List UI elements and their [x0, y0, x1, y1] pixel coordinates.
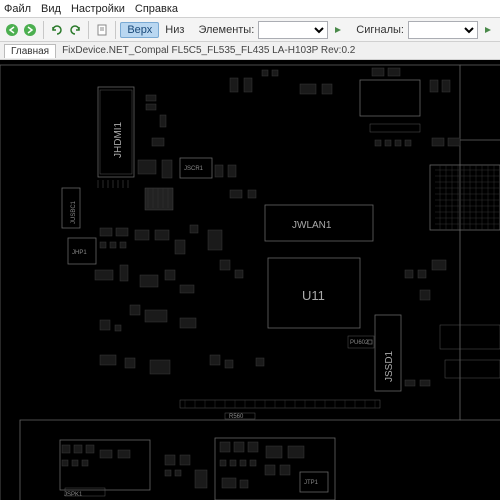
rotate-right-button[interactable] — [67, 20, 83, 40]
layer-top-button[interactable]: Верх — [120, 22, 159, 38]
pcb-viewport[interactable]: JHDMI1 JSCR1 JUSBC1 JHP1 JWLAN1 U11 JSSD… — [0, 60, 500, 500]
tab-bar: Главная FixDevice.NET_Compal FL5C5_FL535… — [0, 42, 500, 60]
menu-file[interactable]: Файл — [4, 3, 31, 15]
toolbar: Верх Низ Элементы: Сигналы: — [0, 18, 500, 42]
menu-help[interactable]: Справка — [135, 3, 178, 15]
elements-combo[interactable] — [258, 21, 328, 39]
label-u11: U11 — [302, 288, 325, 303]
elements-go-button[interactable] — [330, 20, 346, 40]
layer-bottom-button[interactable]: Низ — [161, 23, 188, 37]
signals-combo[interactable] — [408, 21, 478, 39]
tab-main[interactable]: Главная — [4, 44, 56, 58]
menu-view[interactable]: Вид — [41, 3, 61, 15]
nav-forward-button[interactable] — [22, 20, 38, 40]
label-jhdmi1: JHDMI1 — [113, 121, 124, 158]
separator — [115, 21, 116, 39]
label-pu602: PU602 — [350, 340, 369, 346]
label-r560: R560 — [229, 414, 244, 420]
elements-label: Элементы: — [198, 24, 254, 36]
label-jtp1: JTP1 — [304, 480, 319, 486]
separator — [43, 21, 44, 39]
document-title: FixDevice.NET_Compal FL5C5_FL535_FL435 L… — [62, 45, 355, 56]
menubar: Файл Вид Настройки Справка — [0, 0, 500, 18]
label-jspk1: JSPK1 — [64, 492, 83, 498]
rotate-left-button[interactable] — [49, 20, 65, 40]
label-jwlan1: JWLAN1 — [292, 220, 332, 231]
menu-settings[interactable]: Настройки — [71, 3, 125, 15]
document-button[interactable] — [94, 20, 110, 40]
nav-back-button[interactable] — [4, 20, 20, 40]
signals-label: Сигналы: — [356, 24, 404, 36]
separator — [88, 21, 89, 39]
label-jssd1: JSSD1 — [384, 350, 395, 382]
label-jscr1: JSCR1 — [184, 166, 204, 172]
signals-go-button[interactable] — [480, 20, 496, 40]
label-jusbc1: JUSBC1 — [71, 200, 77, 224]
label-jhp1: JHP1 — [72, 250, 87, 256]
